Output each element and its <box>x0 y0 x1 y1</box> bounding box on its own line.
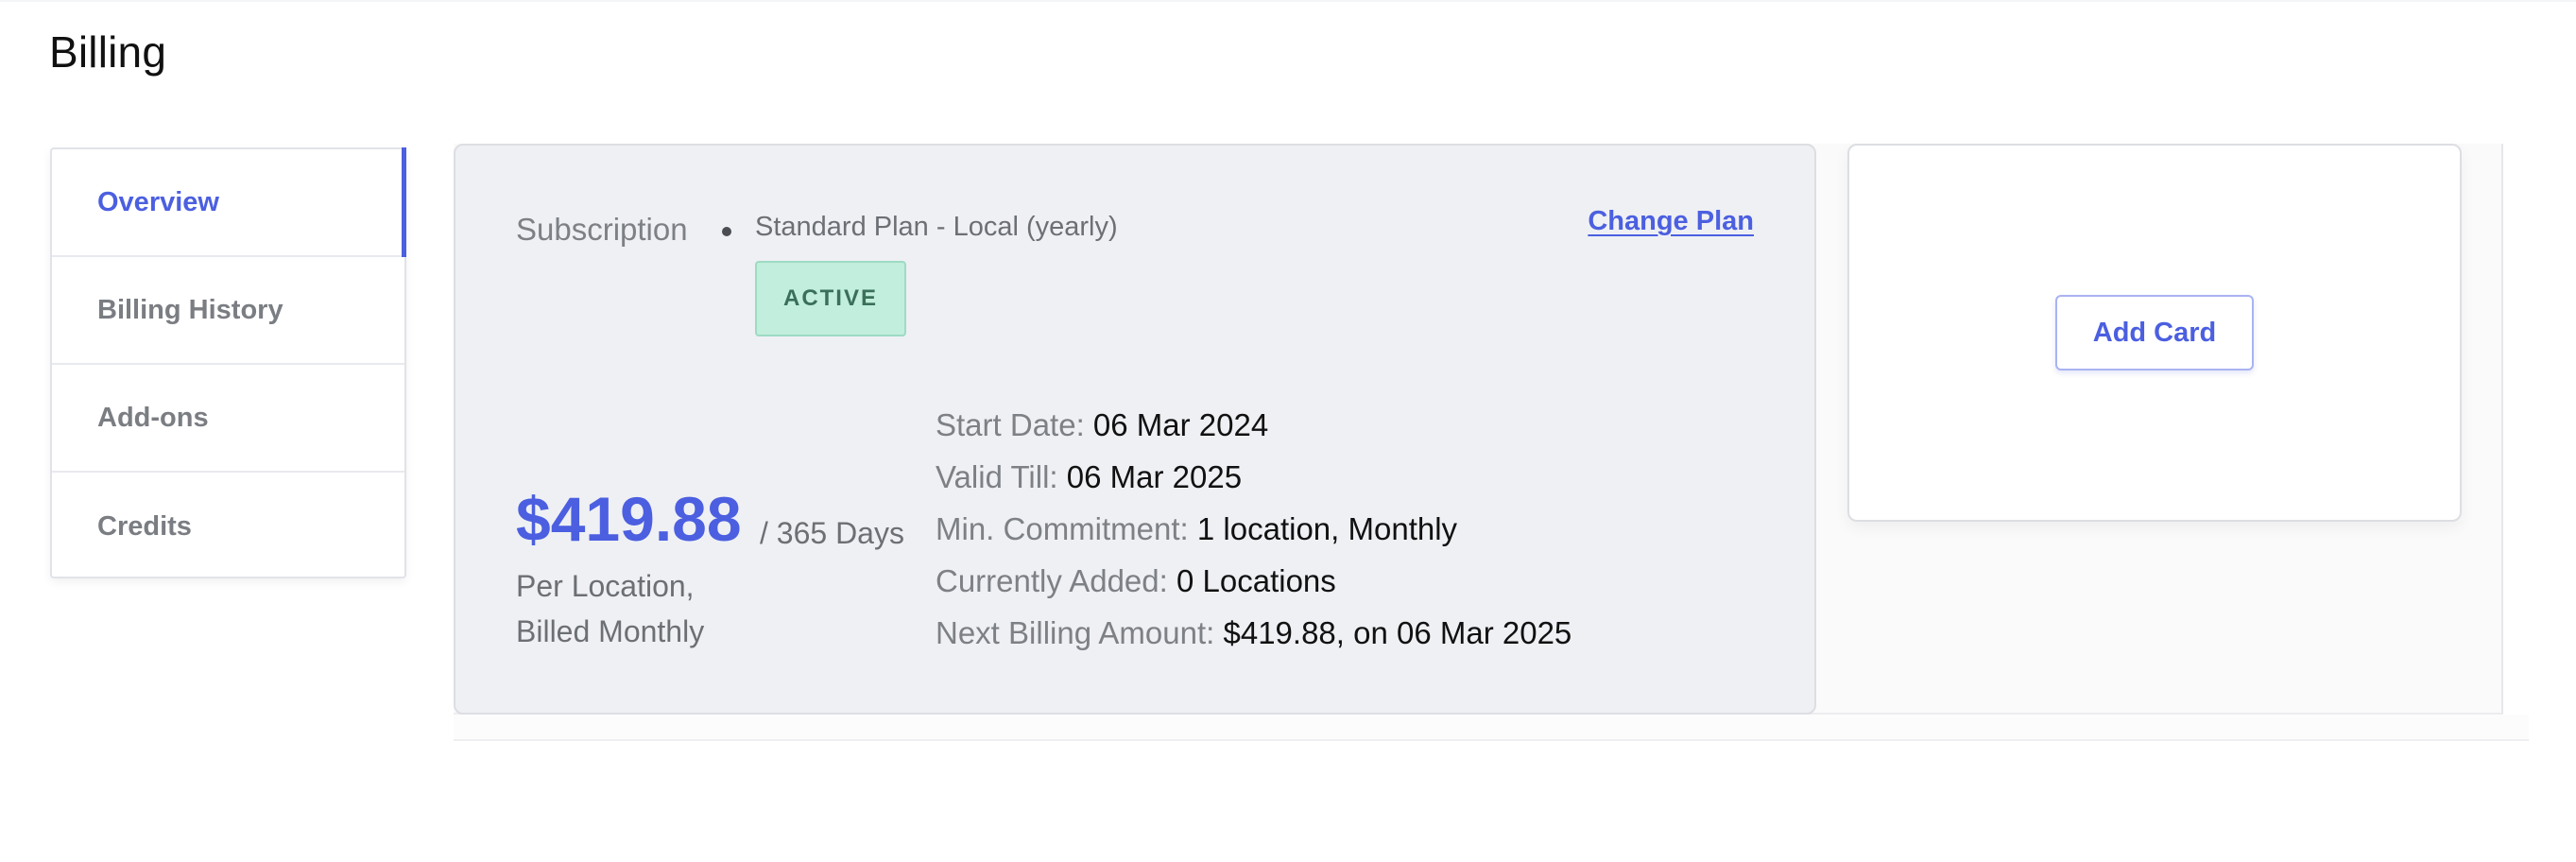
sidebar-item-label: Add-ons <box>97 402 209 433</box>
subscription-details: Start Date: 06 Mar 2024 Valid Till: 06 M… <box>936 399 1571 659</box>
bullet-dot-icon <box>722 227 731 236</box>
subscription-label: Subscription <box>516 212 688 247</box>
page-title: Billing <box>49 27 167 77</box>
detail-min-commitment: Min. Commitment: 1 location, Monthly <box>936 503 1571 555</box>
detail-label: Min. Commitment: <box>936 511 1189 546</box>
detail-value: $419.88, on 06 Mar 2025 <box>1223 615 1572 650</box>
detail-valid-till: Valid Till: 06 Mar 2025 <box>936 451 1571 503</box>
content-area-footer <box>454 715 2529 741</box>
sidebar-item-label: Billing History <box>97 294 283 325</box>
payment-card-panel: Add Card <box>1847 144 2462 522</box>
add-card-button[interactable]: Add Card <box>2055 295 2254 371</box>
price-note: Per Location, Billed Monthly <box>516 563 704 654</box>
sidebar-item-credits[interactable]: Credits <box>52 473 404 580</box>
sidebar-item-label: Overview <box>97 186 219 217</box>
detail-label: Valid Till: <box>936 459 1058 494</box>
sidebar-item-overview[interactable]: Overview <box>52 147 406 257</box>
status-badge: ACTIVE <box>755 261 906 336</box>
sidebar-item-billing-history[interactable]: Billing History <box>52 257 404 365</box>
plan-name: Standard Plan - Local (yearly) <box>755 212 1118 242</box>
price-note-line: Per Location, <box>516 569 695 603</box>
detail-start-date: Start Date: 06 Mar 2024 <box>936 399 1571 451</box>
detail-next-billing: Next Billing Amount: $419.88, on 06 Mar … <box>936 607 1571 659</box>
change-plan-link[interactable]: Change Plan <box>1588 206 1754 237</box>
sidebar-item-add-ons[interactable]: Add-ons <box>52 365 404 473</box>
price-note-line: Billed Monthly <box>516 614 705 648</box>
detail-label: Currently Added: <box>936 563 1168 598</box>
detail-value: 0 Locations <box>1176 563 1336 598</box>
detail-value: 06 Mar 2024 <box>1092 407 1269 442</box>
subscription-card: Subscription Standard Plan - Local (year… <box>454 144 1816 715</box>
plan-price: $419.88 <box>516 484 742 554</box>
detail-value: 1 location, Monthly <box>1196 511 1458 546</box>
detail-currently-added: Currently Added: 0 Locations <box>936 555 1571 607</box>
billing-sidebar: Overview Billing History Add-ons Credits <box>50 147 406 578</box>
sidebar-item-label: Credits <box>97 510 192 542</box>
detail-value: 06 Mar 2025 <box>1066 459 1243 494</box>
detail-label: Next Billing Amount: <box>936 615 1215 650</box>
detail-label: Start Date: <box>936 407 1085 442</box>
top-divider <box>0 0 2576 2</box>
plan-period: / 365 Days <box>760 516 904 550</box>
